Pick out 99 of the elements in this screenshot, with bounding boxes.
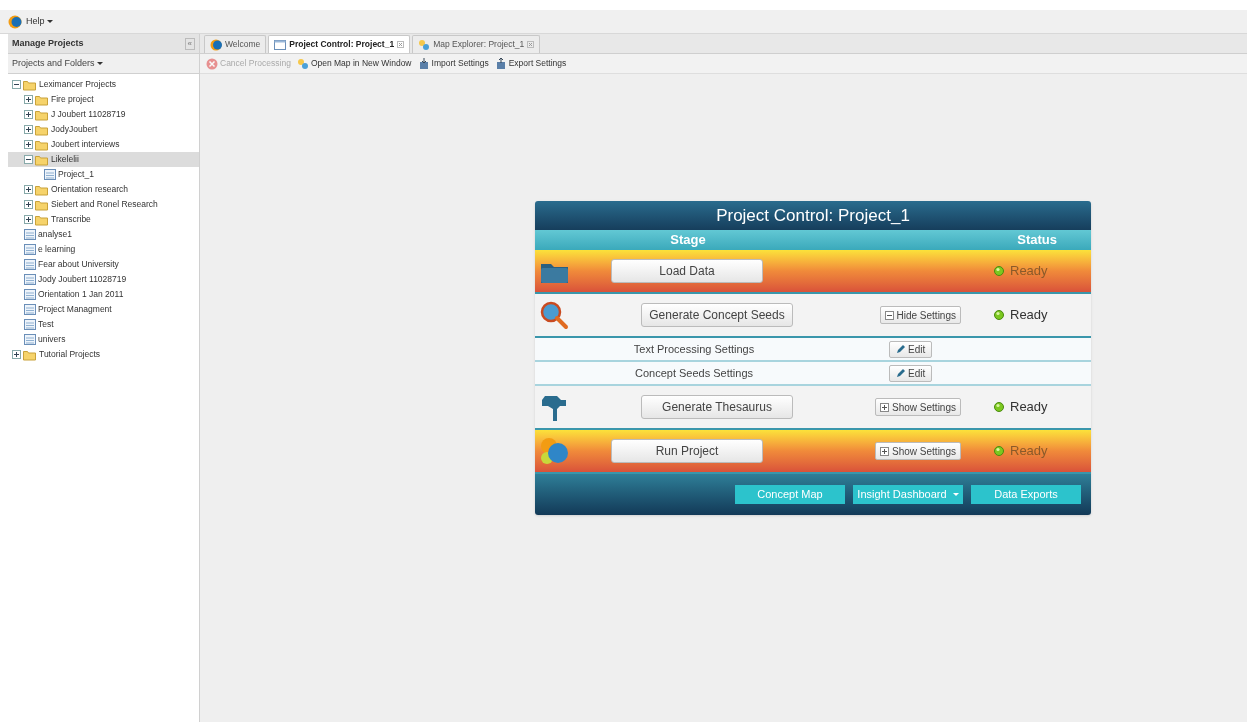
- column-header: Stage: [669, 231, 707, 250]
- export-icon: [494, 57, 507, 70]
- tab[interactable]: Project Control: Project_1: [268, 35, 411, 53]
- settings-label: Text Processing Settings: [632, 341, 756, 357]
- stage-button[interactable]: Generate Thesaurus: [641, 395, 793, 419]
- toolbar-button[interactable]: Import Settings: [417, 57, 489, 70]
- close-icon: [397, 41, 405, 48]
- folder-icon: [35, 213, 49, 226]
- tree-item[interactable]: Orientation 1 Jan 2011: [8, 287, 199, 302]
- collapse-toggle-icon[interactable]: [12, 80, 21, 89]
- circles-icon: [539, 436, 571, 466]
- settings-toggle-button[interactable]: Show Settings: [875, 442, 961, 460]
- folder-icon: [35, 123, 49, 136]
- tree-item[interactable]: Joubert interviews: [8, 137, 199, 152]
- status-light-icon: [994, 310, 1004, 320]
- expand-toggle-icon[interactable]: [24, 215, 33, 224]
- tree-item[interactable]: univers: [8, 332, 199, 347]
- tree-item[interactable]: Orientation research: [8, 182, 199, 197]
- tree-item[interactable]: Leximancer Projects: [8, 77, 199, 92]
- expand-toggle-icon[interactable]: [12, 350, 21, 359]
- expand-toggle-icon[interactable]: [24, 110, 33, 119]
- tree-item[interactable]: e learning: [8, 242, 199, 257]
- project-icon: [24, 319, 36, 330]
- tree-item[interactable]: Fire project: [8, 92, 199, 107]
- status-light-icon: [994, 402, 1004, 412]
- expand-toggle-icon[interactable]: [24, 125, 33, 134]
- import-icon: [417, 57, 430, 70]
- tab[interactable]: Welcome: [204, 35, 267, 53]
- column-header: Status: [1017, 231, 1057, 250]
- tree-item[interactable]: Jody Joubert 11028719: [8, 272, 199, 287]
- project-icon: [24, 244, 36, 255]
- minus-icon: [884, 310, 894, 320]
- tree-item[interactable]: Project_1: [8, 167, 199, 182]
- folder-icon: [35, 183, 49, 196]
- collapse-button[interactable]: «: [184, 37, 195, 50]
- expand-toggle-icon[interactable]: [24, 185, 33, 194]
- pencil-icon: [896, 344, 906, 354]
- projects-dropdown[interactable]: Projects and Folders: [8, 54, 199, 74]
- tree-item[interactable]: Project Managment: [8, 302, 199, 317]
- logo-icon: [8, 14, 22, 29]
- stage-button[interactable]: Load Data: [611, 259, 763, 283]
- project-icon: [24, 229, 36, 240]
- window-icon: [274, 38, 287, 51]
- tree-item[interactable]: Fear about University: [8, 257, 199, 272]
- settings-toggle-button[interactable]: Hide Settings: [879, 306, 961, 324]
- tab[interactable]: Map Explorer: Project_1: [412, 35, 541, 53]
- project-icon: [24, 274, 36, 285]
- project-icon: [44, 169, 56, 180]
- help-menu[interactable]: Help: [26, 14, 53, 29]
- toolbar-button[interactable]: Export Settings: [494, 57, 567, 70]
- logo-icon: [210, 38, 222, 51]
- caret-icon: [96, 62, 103, 65]
- status-light-icon: [994, 446, 1004, 456]
- cancel-icon: [206, 57, 218, 70]
- expand-toggle-icon[interactable]: [24, 200, 33, 209]
- panel-title: Manage Projects: [12, 36, 84, 50]
- edit-button[interactable]: Edit: [889, 340, 933, 358]
- folder-icon: [35, 93, 49, 106]
- tree-item[interactable]: Tutorial Projects: [8, 347, 199, 362]
- collapse-toggle-icon[interactable]: [24, 155, 33, 164]
- edit-button[interactable]: Edit: [889, 364, 933, 382]
- status-light-icon: [994, 266, 1004, 276]
- stage-button[interactable]: Generate Concept Seeds: [641, 303, 793, 327]
- search-icon: [539, 300, 571, 330]
- expand-toggle-icon[interactable]: [24, 140, 33, 149]
- tree-item[interactable]: Test: [8, 317, 199, 332]
- tree-item[interactable]: J Joubert 11028719: [8, 107, 199, 122]
- folder-icon: [35, 153, 49, 166]
- map-icon: [418, 38, 431, 51]
- caret-icon: [46, 20, 53, 23]
- tree-item[interactable]: Likelelii: [8, 152, 199, 167]
- tree-item[interactable]: Siebert and Ronel Research: [8, 197, 199, 212]
- project-icon: [24, 289, 36, 300]
- folder-icon: [35, 198, 49, 211]
- toolbar-button[interactable]: Open Map in New Window: [296, 57, 412, 70]
- status-text: Ready: [1010, 262, 1048, 281]
- caret-icon: [952, 493, 959, 496]
- tree-item[interactable]: JodyJoubert: [8, 122, 199, 137]
- status-text: Ready: [1010, 398, 1048, 417]
- project-icon: [24, 304, 36, 315]
- folder-icon: [23, 348, 37, 361]
- close-icon: [527, 41, 535, 48]
- folder-icon: [35, 108, 49, 121]
- project-icon: [24, 334, 36, 345]
- status-text: Ready: [1010, 442, 1048, 461]
- map-icon: [296, 57, 309, 70]
- stage-button[interactable]: Run Project: [611, 439, 763, 463]
- tree-item[interactable]: Transcribe: [8, 212, 199, 227]
- tree-item[interactable]: analyse1: [8, 227, 199, 242]
- project-icon: [24, 259, 36, 270]
- expand-toggle-icon[interactable]: [24, 95, 33, 104]
- plus-icon: [880, 402, 890, 412]
- folder-icon: [23, 78, 37, 91]
- panel-title: Project Control: Project_1: [535, 201, 1091, 230]
- status-text: Ready: [1010, 306, 1048, 325]
- plus-icon: [880, 446, 890, 456]
- settings-toggle-button[interactable]: Show Settings: [875, 398, 961, 416]
- pencil-icon: [896, 368, 906, 378]
- settings-label: Concept Seeds Settings: [634, 365, 754, 381]
